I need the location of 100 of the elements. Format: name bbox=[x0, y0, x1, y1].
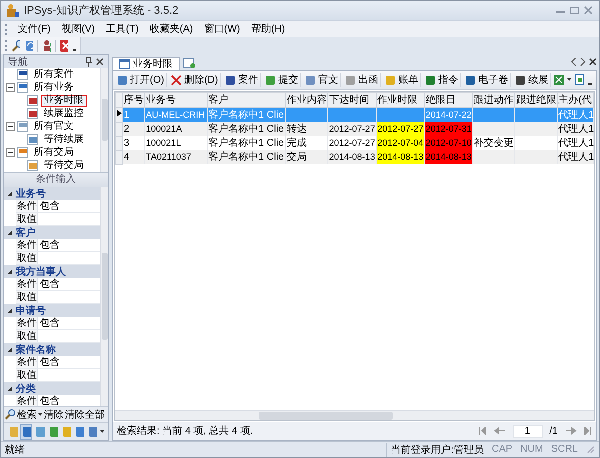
expand-triangle-icon[interactable] bbox=[7, 230, 13, 236]
scrollbar[interactable] bbox=[115, 410, 594, 420]
column-header[interactable]: 跟进绝限 bbox=[514, 92, 558, 108]
expand-triangle-icon[interactable] bbox=[7, 308, 13, 314]
table-cell: 2014-08-13 bbox=[424, 150, 473, 164]
column-header[interactable]: 作业时限 bbox=[376, 92, 424, 108]
toolbar-button[interactable]: 清除 bbox=[44, 408, 64, 422]
table-cell bbox=[514, 108, 558, 122]
toolbar-button[interactable]: 续展 bbox=[513, 73, 552, 87]
close-icon[interactable] bbox=[589, 58, 597, 66]
collapse-toggle-icon[interactable] bbox=[6, 148, 15, 157]
toolbar-button[interactable]: 检索 bbox=[5, 408, 37, 422]
tree-item[interactable]: 所有业务 bbox=[31, 82, 77, 94]
expand-triangle-icon[interactable] bbox=[7, 386, 13, 392]
table-row[interactable]: 4 TA0211037 客户名称中1 Clie 交局 2014-08-13 2014-08-13 2014-08-13 代理人1 bbox=[116, 150, 594, 164]
next-page-icon[interactable] bbox=[565, 427, 577, 435]
toolbar-button[interactable]: 账单 bbox=[383, 73, 422, 87]
table-cell bbox=[328, 108, 376, 122]
table-cell bbox=[286, 108, 328, 122]
previous-page-icon[interactable] bbox=[494, 427, 506, 435]
table-cell: 2012-07-27 bbox=[328, 122, 376, 136]
expand-triangle-icon[interactable] bbox=[7, 190, 13, 196]
table-cell: 客户名称中1 Clie bbox=[207, 150, 286, 164]
tree-item[interactable]: 续展监控 bbox=[41, 108, 87, 120]
toolbar-button[interactable]: 打开(O) bbox=[115, 73, 168, 87]
search-icon[interactable] bbox=[11, 38, 20, 52]
scrollbar[interactable] bbox=[100, 68, 108, 172]
new-tab-icon[interactable] bbox=[182, 57, 196, 69]
menu-item[interactable]: 收藏夹(A) bbox=[150, 22, 194, 36]
input-field[interactable]: 包含 bbox=[38, 239, 100, 251]
menu-item[interactable]: 文件(F) bbox=[18, 22, 51, 36]
field-label: 取值 bbox=[16, 330, 38, 342]
field-label: 条件 bbox=[16, 356, 38, 368]
menu-item[interactable]: 工具(T) bbox=[106, 22, 139, 36]
column-header[interactable]: 业务号 bbox=[144, 92, 208, 108]
column-header[interactable]: 绝限日 bbox=[424, 92, 473, 108]
toolbar-button[interactable]: 删除(D) bbox=[169, 73, 222, 87]
page-input-field[interactable]: 1 bbox=[512, 424, 543, 438]
tree-item[interactable]: 等待续展 bbox=[41, 134, 87, 146]
collapse-toggle-icon[interactable] bbox=[6, 83, 15, 92]
toolbar-button[interactable]: 电子卷 bbox=[463, 73, 512, 87]
input-field[interactable]: 包含 bbox=[38, 200, 100, 212]
input-field[interactable]: 包含 bbox=[38, 317, 100, 329]
table-cell bbox=[514, 150, 558, 164]
close-icon[interactable] bbox=[59, 38, 68, 52]
expand-triangle-icon[interactable] bbox=[7, 346, 13, 352]
column-header[interactable]: 作业内容 bbox=[286, 92, 328, 108]
scroll-left-icon[interactable] bbox=[571, 58, 577, 66]
delete-icon bbox=[171, 74, 182, 86]
menu-item[interactable]: 窗口(W) bbox=[204, 22, 240, 36]
table-cell bbox=[472, 150, 515, 164]
dropdown-caret-icon[interactable] bbox=[38, 412, 43, 416]
expand-triangle-icon[interactable] bbox=[7, 268, 13, 274]
column-header[interactable]: 客户 bbox=[207, 92, 286, 108]
dropdown-caret-icon[interactable] bbox=[100, 430, 104, 434]
menu-item[interactable]: 视图(V) bbox=[62, 22, 96, 36]
tree-item[interactable]: 等待交局 bbox=[41, 160, 87, 172]
column-header[interactable]: 下达时间 bbox=[328, 92, 376, 108]
input-field[interactable]: 包含 bbox=[38, 356, 100, 368]
table-cell: 100021A bbox=[144, 122, 208, 136]
collapse-toggle-icon[interactable] bbox=[6, 122, 15, 131]
column-header[interactable]: 跟进动作 bbox=[472, 92, 515, 108]
result-summary: 检索结果: 当前 4 项, 总共 4 项. bbox=[117, 424, 254, 438]
tree-item[interactable]: 所有交局 bbox=[31, 146, 77, 158]
table-cell: 转达 bbox=[286, 122, 328, 136]
column-header[interactable]: 序号 bbox=[122, 92, 145, 108]
spreadsheet-icon[interactable] bbox=[553, 74, 566, 86]
menu-item[interactable]: 帮助(H) bbox=[251, 22, 286, 36]
column-header[interactable]: 主办(代 bbox=[557, 92, 594, 108]
pin-icon[interactable] bbox=[85, 56, 93, 66]
last-page-icon[interactable] bbox=[584, 427, 592, 435]
document-tab[interactable]: 业务时限 bbox=[112, 57, 180, 70]
section-header: 条件输入 bbox=[4, 173, 108, 187]
table-cell: 代理人1 bbox=[557, 122, 594, 136]
restore-icon[interactable] bbox=[569, 6, 580, 15]
dropdown-caret-icon[interactable] bbox=[567, 78, 572, 82]
input-field[interactable]: 包含 bbox=[38, 395, 100, 406]
refresh-icon[interactable] bbox=[24, 38, 33, 52]
key-indicator: CAP bbox=[492, 444, 513, 455]
toolbar-button[interactable]: 提交 bbox=[263, 73, 302, 87]
table-row[interactable]: 2 100021A 客户名称中1 Clie 转达 2012-07-27 2012-07-27 2012-07-31 代理人1 bbox=[116, 122, 594, 136]
toolbar-button[interactable]: 案件 bbox=[223, 73, 262, 87]
resize-grip-icon[interactable] bbox=[586, 445, 595, 454]
close-icon[interactable] bbox=[96, 56, 104, 66]
tree-item[interactable]: 所有案件 bbox=[31, 68, 77, 80]
tree-item[interactable]: 业务时限 bbox=[41, 94, 87, 106]
search-icon bbox=[5, 409, 16, 420]
toolbar-button[interactable]: 官文 bbox=[303, 73, 342, 87]
scrollbar[interactable] bbox=[100, 187, 108, 406]
page-total: /1 bbox=[550, 426, 558, 436]
toolbar-button[interactable]: 指令 bbox=[423, 73, 462, 87]
user-status: 当前登录用户:管理员 bbox=[386, 442, 484, 456]
first-page-icon[interactable] bbox=[478, 427, 487, 435]
scroll-right-icon[interactable] bbox=[580, 58, 586, 66]
input-field[interactable]: 包含 bbox=[38, 278, 100, 290]
field-label: 取值 bbox=[16, 213, 38, 225]
panel-title: 导航 bbox=[8, 56, 28, 68]
toolbar-button[interactable]: 清除全部 bbox=[65, 408, 105, 422]
toolbar-button[interactable]: 出函 bbox=[343, 73, 382, 87]
tree-item[interactable]: 所有官文 bbox=[31, 120, 77, 132]
